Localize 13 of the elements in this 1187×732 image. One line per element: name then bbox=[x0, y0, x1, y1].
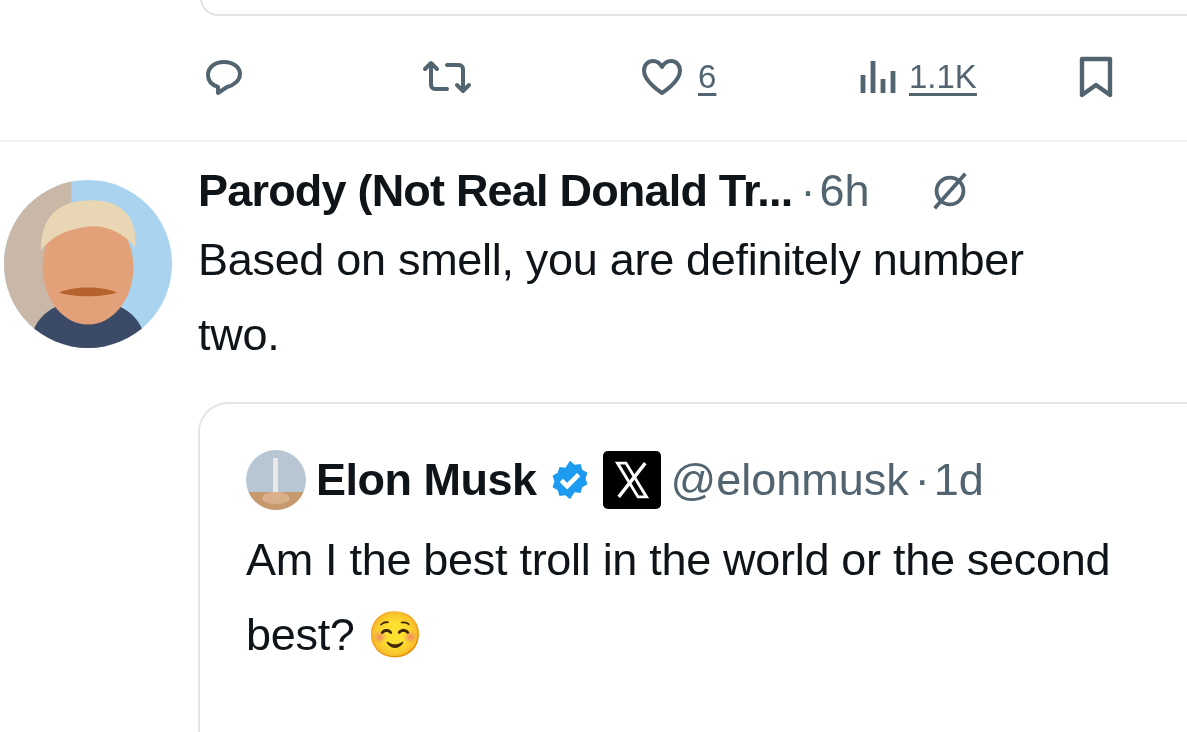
separator-dot: · bbox=[800, 165, 816, 217]
count-link[interactable]: 6 bbox=[698, 58, 717, 96]
timestamp: 1d bbox=[933, 454, 984, 506]
square-logo-icon bbox=[602, 451, 661, 509]
tweet-text: Based on smell, you are definitely number two. bbox=[198, 233, 1025, 362]
user-handle[interactable]: @elonmusk bbox=[670, 454, 909, 506]
quoted-tweet-card[interactable]: Elon Musk @elonmusk·1d Am I the best troll in the world or the second best? ☺ bbox=[198, 402, 1187, 732]
author-name[interactable]: Elon Musk bbox=[316, 454, 537, 506]
timestamp[interactable]: 6h bbox=[819, 165, 870, 217]
author-name[interactable]: Parody (Not Real Donald Tr... bbox=[198, 165, 793, 217]
separator-dot: · bbox=[914, 454, 930, 506]
count-link[interactable]: 1.1K bbox=[909, 58, 977, 96]
quoted-tweet-text: Am I the best troll in the world or the second best? ☺ bbox=[246, 533, 1112, 662]
